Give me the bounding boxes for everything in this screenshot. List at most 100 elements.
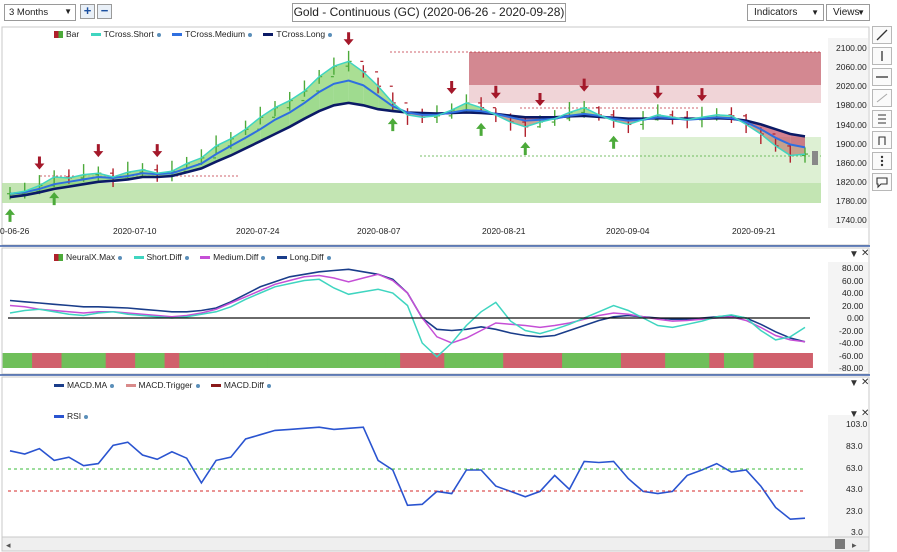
neural-tick-label: -80.00: [839, 363, 864, 373]
legend-label: Long.Diff: [289, 252, 324, 262]
line-swatch: [54, 384, 64, 388]
line-swatch: [263, 33, 274, 37]
neural-band: [768, 353, 784, 368]
rsi-tick-label: 103.0: [846, 419, 868, 429]
pencil-icon[interactable]: [872, 26, 892, 44]
scroll-right-icon[interactable]: ▸: [852, 540, 857, 550]
neural-band: [679, 353, 696, 368]
neural-band: [650, 353, 666, 368]
legend-label: RSI: [67, 411, 82, 421]
pane-close-icon[interactable]: ✕: [861, 408, 869, 419]
rsi-tick-label: 23.0: [846, 506, 863, 516]
neural-band: [473, 353, 490, 368]
line-swatch: [90, 33, 101, 37]
bar-swatch: [54, 254, 63, 262]
neural-band: [709, 353, 725, 368]
oscillator-pane: [1, 376, 870, 543]
settings-dot-icon[interactable]: [156, 32, 161, 37]
dots-icon[interactable]: [872, 152, 892, 170]
neural-tick-label: 80.00: [842, 263, 864, 273]
date-tick-label: 2020-07-24: [236, 226, 280, 236]
collapse-pane-icon[interactable]: ▼: [849, 249, 859, 260]
date-tick-label: 0-06-26: [0, 226, 30, 236]
neural-band: [665, 353, 681, 368]
price-tick-label: 2020.00: [836, 81, 867, 91]
neural-band: [414, 353, 431, 368]
scroll-left-icon[interactable]: ◂: [6, 540, 11, 550]
trend-line-icon[interactable]: [872, 89, 892, 107]
neural-band: [311, 353, 328, 368]
support-zone-low: [2, 183, 821, 203]
neural-band: [105, 353, 122, 368]
neural-tick-label: 20.00: [842, 301, 864, 311]
line-swatch: [210, 384, 221, 388]
neural-band: [385, 353, 401, 368]
neural-band: [635, 353, 652, 368]
neural-band: [61, 353, 77, 368]
legend-item-tcross-short[interactable]: TCross.Short: [90, 29, 161, 39]
legend-label: Short.Diff: [146, 252, 182, 262]
neural-band: [444, 353, 460, 368]
settings-dot-icon[interactable]: [110, 383, 115, 388]
neural-band: [370, 353, 387, 368]
legend-label: TCross.Short: [103, 29, 154, 39]
vertical-line-icon[interactable]: [872, 47, 892, 65]
neural-band: [179, 353, 195, 368]
price-tick-label: 1780.00: [836, 196, 867, 206]
settings-dot-icon[interactable]: [118, 255, 123, 260]
legend-item-macd-trigger[interactable]: MACD.Trigger: [125, 380, 200, 390]
price-tick-label: 1980.00: [836, 100, 867, 110]
settings-dot-icon[interactable]: [326, 255, 331, 260]
neural-band: [459, 353, 475, 368]
legend-item-macd-diff[interactable]: MACD.Diff: [210, 380, 271, 390]
neural-band: [149, 353, 166, 368]
pane-close-icon[interactable]: ✕: [861, 377, 869, 388]
chart-canvas[interactable]: ◂ ▸: [0, 0, 897, 552]
legend-item-short-diff[interactable]: Short.Diff: [133, 252, 189, 262]
settings-dot-icon[interactable]: [84, 414, 89, 419]
time-cycle-icon[interactable]: [872, 131, 892, 149]
legend-item-medium-diff[interactable]: Medium.Diff: [200, 252, 266, 262]
line-swatch: [172, 33, 183, 37]
neural-band: [194, 353, 210, 368]
collapse-pane-icon[interactable]: ▼: [849, 409, 859, 420]
neural-band: [341, 353, 357, 368]
horizontal-scrollbar[interactable]: [1, 536, 870, 552]
legend-item-neuralx-max[interactable]: NeuralX.Max: [54, 252, 123, 262]
horizontal-line-icon[interactable]: [872, 68, 892, 86]
legend-item-tcross-medium[interactable]: TCross.Medium: [172, 29, 253, 39]
collapse-pane-icon[interactable]: ▼: [849, 378, 859, 389]
neural-band: [223, 353, 239, 368]
legend-item-tcross-long[interactable]: TCross.Long: [263, 29, 333, 39]
settings-dot-icon[interactable]: [328, 32, 333, 37]
neural-band: [135, 353, 151, 368]
settings-dot-icon[interactable]: [195, 383, 200, 388]
neural-tick-label: -60.00: [839, 351, 864, 361]
legend-item-bar[interactable]: Bar: [54, 29, 79, 39]
neural-tick-label: -20.00: [839, 326, 864, 336]
settings-dot-icon[interactable]: [261, 255, 266, 260]
neural-band: [503, 353, 519, 368]
legend-item-rsi[interactable]: RSI: [54, 411, 89, 421]
neural-band: [620, 353, 637, 368]
scrollbar-thumb[interactable]: [835, 539, 845, 549]
pane-close-icon[interactable]: ✕: [861, 248, 869, 259]
date-tick-label: 2020-09-04: [606, 226, 650, 236]
neural-band: [164, 353, 180, 368]
price-tick-label: 2100.00: [836, 43, 867, 53]
settings-dot-icon[interactable]: [266, 383, 271, 388]
neural-band: [297, 353, 313, 368]
fibonacci-icon[interactable]: [872, 110, 892, 128]
neural-band: [76, 353, 92, 368]
neural-legend: NeuralX.Max Short.Diff Medium.Diff Long.…: [54, 252, 340, 262]
settings-dot-icon[interactable]: [184, 255, 189, 260]
comment-icon[interactable]: [872, 173, 892, 191]
legend-label: TCross.Long: [276, 29, 326, 39]
legend-label: NeuralX.Max: [66, 252, 116, 262]
legend-item-macd-ma[interactable]: MACD.MA: [54, 380, 115, 390]
legend-item-long-diff[interactable]: Long.Diff: [276, 252, 331, 262]
line-swatch: [133, 256, 144, 260]
settings-dot-icon[interactable]: [248, 32, 253, 37]
neural-band: [46, 353, 63, 368]
date-tick-label: 2020-09-21: [732, 226, 776, 236]
